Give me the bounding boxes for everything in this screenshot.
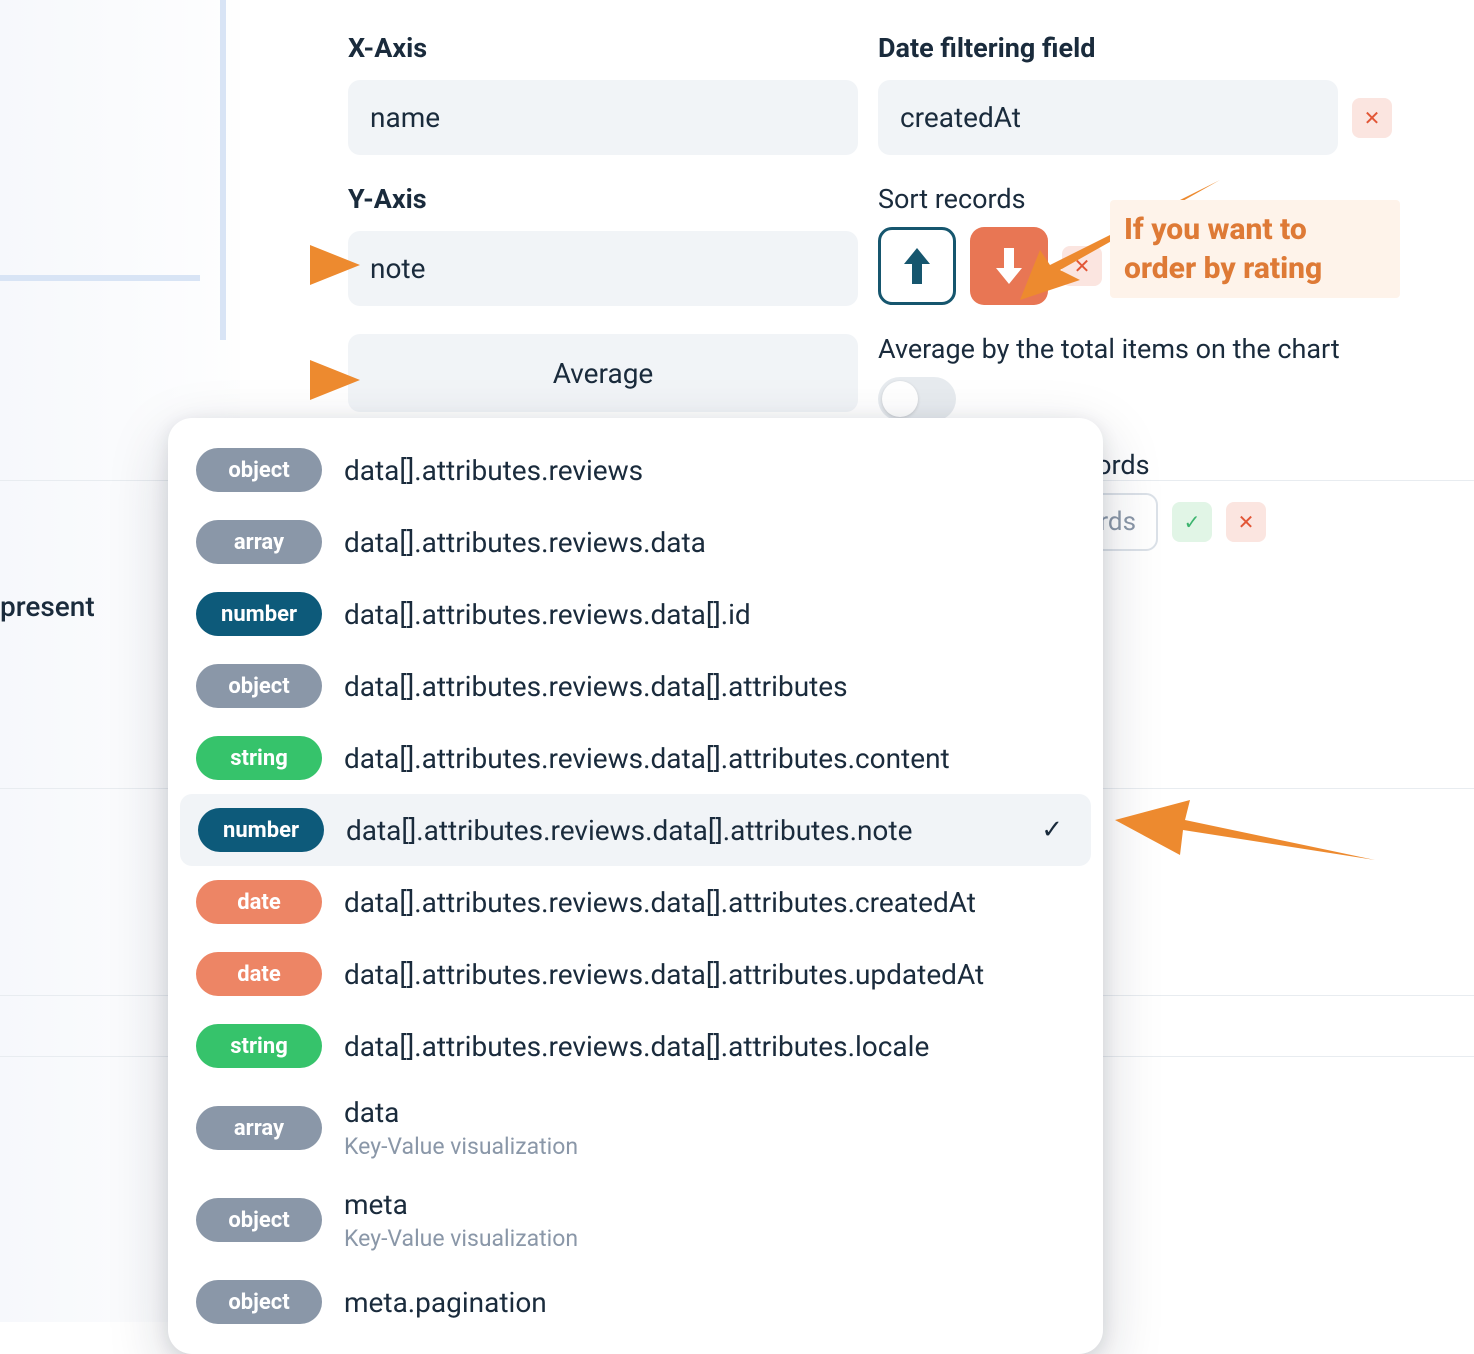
sort-clear-button[interactable]: ✕ xyxy=(1062,246,1102,286)
field-path-dropdown[interactable]: object data[].attributes.reviews array data… xyxy=(168,418,1103,1354)
dropdown-item[interactable]: number data[].attributes.reviews.data[].i… xyxy=(168,578,1103,650)
date-filter-clear-button[interactable]: ✕ xyxy=(1352,98,1392,138)
close-icon: ✕ xyxy=(1238,510,1255,534)
dropdown-item-path: data[].attributes.reviews.data[].attribu… xyxy=(344,670,1075,703)
records-clear-button[interactable]: ✕ xyxy=(1226,502,1266,542)
dropdown-item-path: data[].attributes.reviews.data[].attribu… xyxy=(344,1030,1075,1063)
type-badge-number: number xyxy=(196,592,322,636)
xaxis-input[interactable]: name xyxy=(348,80,858,155)
check-icon: ✓ xyxy=(1184,510,1201,534)
type-badge-string: string xyxy=(196,1024,322,1068)
dropdown-item[interactable]: object data[].attributes.reviews xyxy=(168,434,1103,506)
type-badge-number: number xyxy=(198,808,324,852)
type-badge-date: date xyxy=(196,880,322,924)
close-icon: ✕ xyxy=(1074,254,1091,278)
background-decoration xyxy=(0,275,200,281)
aggregate-label: Average xyxy=(553,357,654,390)
dropdown-item[interactable]: object meta.pagination xyxy=(168,1266,1103,1338)
type-badge-array: array xyxy=(196,520,322,564)
dropdown-item-path: meta.pagination xyxy=(344,1286,1075,1319)
dropdown-item[interactable]: object data[].attributes.reviews.data[].a… xyxy=(168,650,1103,722)
avg-toggle-label: Average by the total items on the chart xyxy=(878,333,1398,365)
type-badge-object: object xyxy=(196,1280,322,1324)
dropdown-item-path: data xyxy=(344,1096,399,1129)
type-badge-date: date xyxy=(196,952,322,996)
sort-desc-button[interactable] xyxy=(970,227,1048,305)
dropdown-item-subtitle: Key-Value visualization xyxy=(344,1225,578,1252)
yaxis-label: Y-Axis xyxy=(348,183,858,215)
dropdown-item-path: meta xyxy=(344,1188,408,1221)
dropdown-item[interactable]: number data[].attributes.reviews.data[].a… xyxy=(180,794,1091,866)
xaxis-label: X-Axis xyxy=(348,32,858,64)
records-confirm-button[interactable]: ✓ xyxy=(1172,502,1212,542)
type-badge-string: string xyxy=(196,736,322,780)
yaxis-value: note xyxy=(370,252,425,285)
avg-toggle[interactable] xyxy=(878,377,956,421)
background-text: present xyxy=(0,590,95,623)
check-icon: ✓ xyxy=(1041,815,1063,845)
xaxis-value: name xyxy=(370,101,440,134)
date-filter-value: createdAt xyxy=(900,101,1021,134)
dropdown-item-path: data[].attributes.reviews.data xyxy=(344,526,1075,559)
aggregate-button[interactable]: Average xyxy=(348,334,858,412)
type-badge-array: array xyxy=(196,1106,322,1150)
dropdown-item-path: data[].attributes.reviews.data[].attribu… xyxy=(344,958,1075,991)
arrow-down-icon xyxy=(996,248,1022,284)
annotation-callout: If you want to order by rating xyxy=(1110,200,1400,298)
dropdown-item-path: data[].attributes.reviews.data[].attribu… xyxy=(344,886,1075,919)
dropdown-item[interactable]: date data[].attributes.reviews.data[].att… xyxy=(168,938,1103,1010)
dropdown-item-path: data[].attributes.reviews.data[].attribu… xyxy=(346,814,1019,847)
records-label: cords xyxy=(1082,449,1398,481)
dropdown-item[interactable]: object meta Key-Value visualization xyxy=(168,1174,1103,1266)
yaxis-input[interactable]: note xyxy=(348,231,858,306)
dropdown-item-path: data[].attributes.reviews.data[].id xyxy=(344,598,1075,631)
dropdown-item-path: data[].attributes.reviews.data[].attribu… xyxy=(344,742,1075,775)
arrow-up-icon xyxy=(904,248,930,284)
type-badge-object: object xyxy=(196,1198,322,1242)
toggle-knob xyxy=(882,381,918,417)
close-icon: ✕ xyxy=(1364,106,1381,130)
type-badge-object: object xyxy=(196,664,322,708)
dropdown-item[interactable]: string data[].attributes.reviews.data[].a… xyxy=(168,1010,1103,1082)
dropdown-item[interactable]: string data[].attributes.reviews.data[].a… xyxy=(168,722,1103,794)
dropdown-item-subtitle: Key-Value visualization xyxy=(344,1133,578,1160)
sort-asc-button[interactable] xyxy=(878,227,956,305)
annotation-arrow xyxy=(1115,800,1375,870)
background-decoration xyxy=(220,0,226,340)
type-badge-object: object xyxy=(196,448,322,492)
dropdown-item[interactable]: array data Key-Value visualization xyxy=(168,1082,1103,1174)
date-filter-label: Date filtering field xyxy=(878,32,1398,64)
dropdown-item[interactable]: date data[].attributes.reviews.data[].att… xyxy=(168,866,1103,938)
dropdown-item[interactable]: array data[].attributes.reviews.data xyxy=(168,506,1103,578)
date-filter-input[interactable]: createdAt xyxy=(878,80,1338,155)
dropdown-item-path: data[].attributes.reviews xyxy=(344,454,1075,487)
